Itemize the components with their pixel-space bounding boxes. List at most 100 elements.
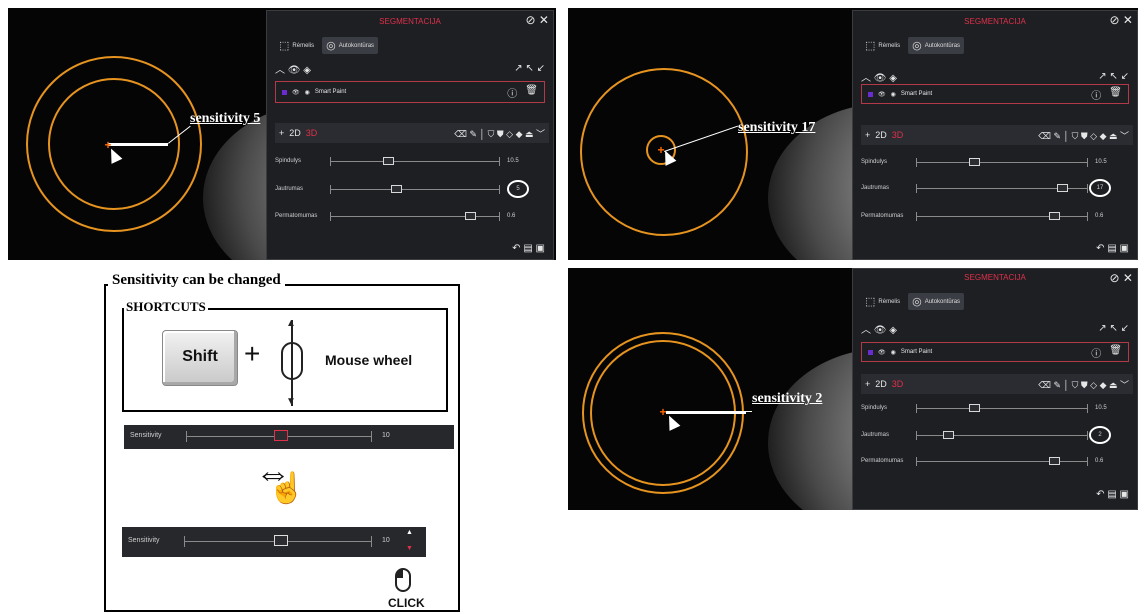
sensitivity-value[interactable]: 2 [1089, 426, 1111, 444]
layer-visibility-icons[interactable]: ︿ 👁 ◈ [861, 321, 897, 336]
add-icon[interactable]: + [279, 128, 284, 138]
slider-radius: Spindulys 10.5 [861, 404, 1107, 413]
pin-icon[interactable]: ◉ [891, 349, 896, 356]
sensitivity-callout: sensitivity 5 [190, 111, 261, 126]
slider-thumb[interactable] [969, 404, 980, 412]
layer-name: Smart Paint [314, 89, 347, 95]
visibility-row: ︿ 👁 ◈ ↗ ↖ ↙ [275, 61, 545, 76]
slider-permeability: Permatomumas 0.6 [861, 457, 1104, 466]
info-icon[interactable]: ⓘ [1091, 345, 1101, 360]
tab-bar: ⬚ Rėmelis ◎ Autokontūras [861, 293, 965, 310]
footer-actions[interactable]: ↶ ▤ ▣ [1096, 243, 1129, 254]
mouse-click-icon [395, 568, 411, 592]
slider-thumb[interactable] [274, 535, 288, 546]
tab-bar: ⬚ Rėmelis ◎ Autokontūras [861, 37, 965, 54]
pointer-tools-icons[interactable]: ↗ ↖ ↙ [1098, 71, 1129, 82]
screenshot-sensitivity-2: + sensitivity 2 SEGMENTACIJA ⊘ ✕ ⬚ Rėmeli… [568, 268, 1138, 510]
slider-sensitivity: Jautrumas 5 [275, 180, 545, 198]
pin-icon[interactable]: ◉ [305, 89, 310, 96]
slider-thumb[interactable] [969, 158, 980, 166]
footer-actions[interactable]: ↶ ▤ ▣ [1096, 489, 1129, 500]
slider-thumb[interactable] [943, 431, 954, 439]
add-icon[interactable]: + [865, 130, 870, 140]
sensitivity-value[interactable]: 17 [1089, 179, 1111, 197]
visibility-row: ︿ 👁 ◈ ↗ ↖ ↙ [861, 69, 1129, 84]
slider-thumb[interactable] [465, 212, 476, 220]
slider-thumb[interactable] [1049, 212, 1060, 220]
info-icon[interactable]: ⓘ [1091, 87, 1101, 102]
mode-2d-button[interactable]: 2D [875, 130, 887, 140]
layer-color-swatch[interactable] [868, 349, 873, 355]
layer-color-swatch[interactable] [868, 91, 873, 97]
mode-2d-button[interactable]: 2D [289, 128, 301, 138]
eye-icon[interactable]: 👁 [878, 91, 886, 98]
tab-remelis[interactable]: ⬚ Rėmelis [861, 293, 904, 310]
footer-actions[interactable]: ↶ ▤ ▣ [512, 243, 545, 254]
increment-arrow-icon[interactable]: ▲ [406, 529, 413, 536]
slider-sensitivity: Jautrumas 2 [861, 426, 1129, 444]
tab-autokonturas[interactable]: ◎ Autokontūras [908, 293, 965, 310]
sensitivity-value[interactable]: 5 [507, 180, 529, 198]
eye-icon[interactable]: 👁 [878, 349, 886, 356]
slider-thumb[interactable] [274, 430, 288, 441]
help-close-icons[interactable]: ⊘ ✕ [1110, 271, 1133, 285]
layer-color-swatch[interactable] [282, 89, 287, 95]
slider-thumb[interactable] [1049, 457, 1060, 465]
tab-remelis[interactable]: ⬚ Rėmelis [275, 37, 318, 54]
sensitivity-slider-drag: Sensitivity 10 [124, 425, 454, 449]
shortcuts-title: SHORTCUTS [124, 299, 208, 315]
trash-icon[interactable]: 🗑 [525, 85, 538, 100]
mode-3d-button[interactable]: 3D [306, 128, 318, 138]
layer-row[interactable]: 👁 ◉ Smart Paint ⓘ 🗑 [861, 342, 1129, 362]
layer-visibility-icons[interactable]: ︿ 👁 ◈ [861, 69, 897, 84]
help-close-icons[interactable]: ⊘ ✕ [526, 13, 549, 27]
callout-line [746, 411, 752, 412]
frame-icon: ⬚ [865, 296, 876, 308]
sensitivity-slider-click: Sensitivity 10 ▲ ▼ [122, 527, 426, 557]
pointer-tools-icons[interactable]: ↗ ↖ ↙ [1098, 323, 1129, 334]
tab-autokonturas[interactable]: ◎ Autokontūras [908, 37, 965, 54]
pointer-tools-icons[interactable]: ↗ ↖ ↙ [514, 63, 545, 74]
help-close-icons[interactable]: ⊘ ✕ [1110, 13, 1133, 27]
frame-icon: ⬚ [279, 40, 290, 52]
segmentation-panel: SEGMENTACIJA ⊘ ✕ ⬚ Rėmelis ◎ Autokontūras … [852, 10, 1138, 260]
brush-tools-icons[interactable]: ⌫ ✎ │ ⛉ ⛊ ◇ ◆ ⏏ ﹀ [1038, 129, 1129, 142]
plus-sign: + [244, 338, 261, 369]
trash-icon[interactable]: 🗑 [1109, 87, 1122, 102]
mode-3d-button[interactable]: 3D [892, 379, 904, 389]
mouse-wheel-label: Mouse wheel [325, 352, 413, 368]
brush-tools-icons[interactable]: ⌫ ✎ │ ⛉ ⛊ ◇ ◆ ⏏ ﹀ [454, 127, 545, 140]
mode-3d-button[interactable]: 3D [892, 130, 904, 140]
legend-title: Sensitivity can be changed [108, 272, 285, 289]
layer-row[interactable]: 👁 ◉ Smart Paint ⓘ 🗑 [861, 84, 1129, 104]
radius-indicator [108, 143, 168, 146]
slider-permeability: Permatomumas 0.6 [275, 212, 516, 221]
decrement-arrow-icon[interactable]: ▼ [406, 545, 413, 552]
layer-row[interactable]: 👁 ◉ Smart Paint ⓘ 🗑 [275, 81, 545, 103]
screenshot-sensitivity-17: + sensitivity 17 SEGMENTACIJA ⊘ ✕ ⬚ Rėmel… [568, 8, 1138, 260]
visibility-row: ︿ 👁 ◈ ↗ ↖ ↙ [861, 321, 1129, 336]
info-icon[interactable]: ⓘ [507, 85, 517, 100]
trash-icon[interactable]: 🗑 [1109, 345, 1122, 360]
layer-visibility-icons[interactable]: ︿ 👁 ◈ [275, 61, 311, 76]
brush-tools-icons[interactable]: ⌫ ✎ │ ⛉ ⛊ ◇ ◆ ⏏ ﹀ [1038, 378, 1129, 391]
lasso-icon: ◎ [912, 296, 922, 308]
tab-remelis[interactable]: ⬚ Rėmelis [861, 37, 904, 54]
slider-sensitivity: Jautrumas 17 [861, 179, 1129, 197]
slider-thumb[interactable] [391, 185, 402, 193]
tab-autokonturas[interactable]: ◎ Autokontūras [322, 37, 379, 54]
mode-2d-button[interactable]: 2D [875, 379, 887, 389]
mouse-wheel-icon: ▲ ▼ [272, 318, 312, 407]
shift-key: Shift [162, 330, 238, 386]
slider-thumb[interactable] [1057, 184, 1068, 192]
slider-thumb[interactable] [383, 157, 394, 165]
sensitivity-callout: sensitivity 2 [752, 391, 823, 406]
slider-radius: Spindulys 10.5 [275, 157, 519, 166]
add-icon[interactable]: + [865, 379, 870, 389]
radius-indicator [666, 411, 746, 414]
pin-icon[interactable]: ◉ [891, 91, 896, 98]
slider-permeability: Permatomumas 0.6 [861, 212, 1104, 221]
click-label: CLICK [388, 596, 425, 610]
segmentation-panel: SEGMENTACIJA ⊘ ✕ ⬚ Rėmelis ◎ Autokontūras … [266, 10, 554, 260]
eye-icon[interactable]: 👁 [292, 89, 300, 96]
